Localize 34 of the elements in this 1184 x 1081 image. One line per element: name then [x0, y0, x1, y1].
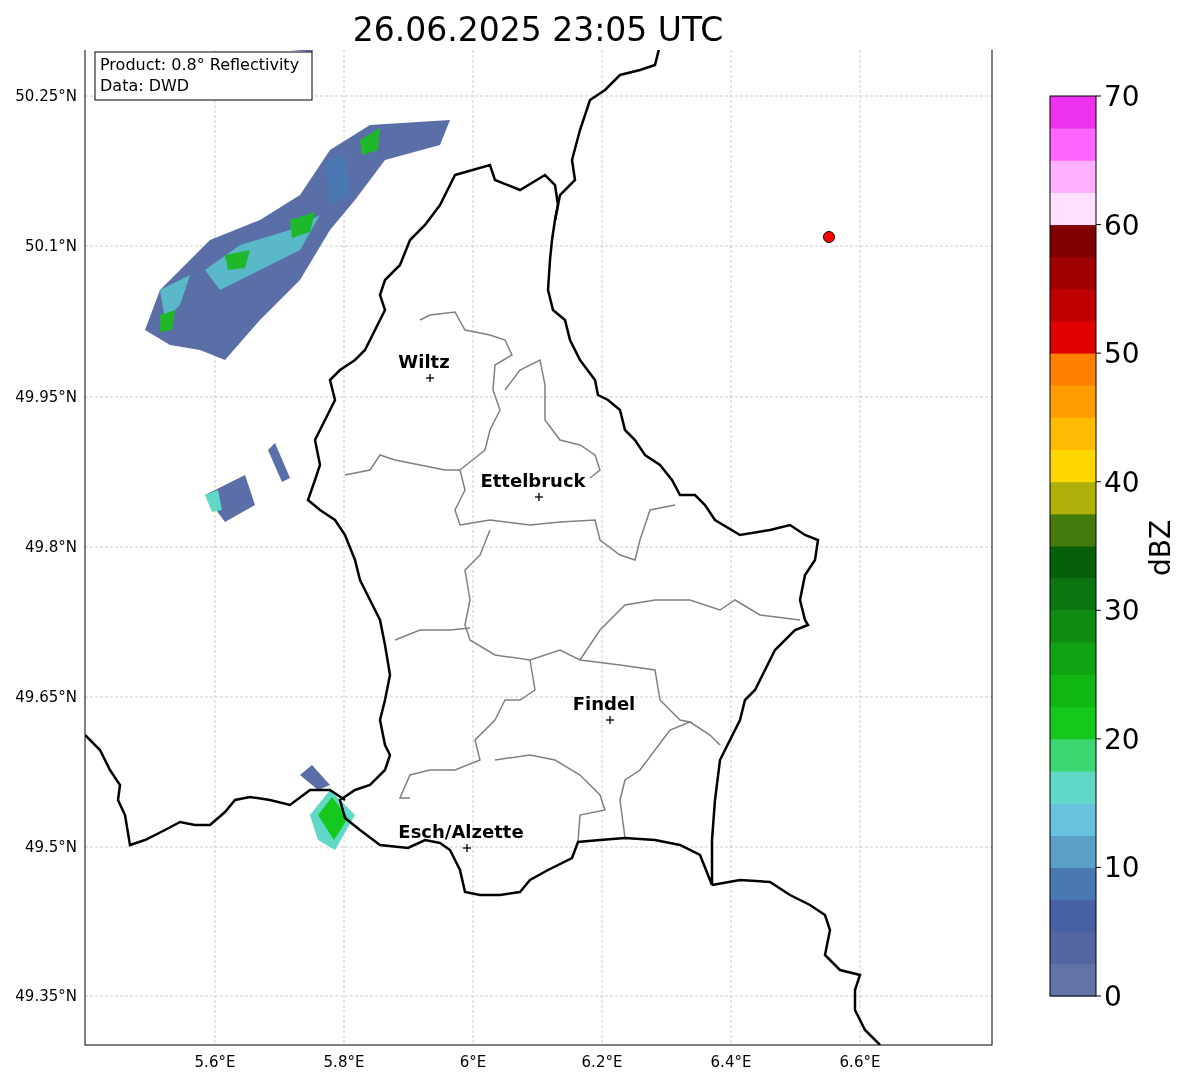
city-label: Ettelbruck: [480, 470, 586, 491]
radar-site-marker: [823, 231, 835, 243]
longitude-tick-label: 6.4°E: [710, 1053, 752, 1071]
longitude-tick-label: 6.6°E: [839, 1053, 881, 1071]
latitude-tick-label: 49.95°N: [15, 388, 77, 406]
latitude-tick-label: 49.65°N: [15, 688, 77, 706]
latitude-tick-label: 50.25°N: [15, 87, 77, 105]
city-label: Findel: [572, 693, 636, 714]
latitude-tick-label: 50.1°N: [24, 237, 77, 255]
colorbar-tick-label: 20: [1104, 722, 1140, 756]
city-marker-icon: [534, 492, 544, 502]
info-text: Product: 0.8° Reflectivity: [100, 55, 300, 74]
colorbar-tick-label: 30: [1104, 594, 1140, 628]
info-text: Data: DWD: [100, 76, 190, 95]
latitude-tick-label: 49.35°N: [15, 987, 77, 1005]
longitude-tick-label: 5.6°E: [194, 1053, 236, 1071]
colorbar-tick-label: 70: [1104, 80, 1140, 113]
colorbar-label: dBZ: [1144, 519, 1177, 577]
longitude-tick-label: 5.8°E: [323, 1053, 365, 1071]
colorbar-tick-label: 60: [1104, 208, 1140, 242]
longitude-tick-label: 6.2°E: [581, 1053, 623, 1071]
latitude-tick-label: 49.8°N: [24, 538, 77, 556]
city-label: Esch/Alzette: [398, 821, 524, 842]
city-marker-icon: [462, 843, 472, 853]
chart-title: 26.06.2025 23:05 UTC: [352, 8, 724, 46]
colorbar-tick-label: 40: [1104, 465, 1140, 499]
longitude-tick-label: 6°E: [459, 1053, 487, 1071]
city-marker-icon: [425, 373, 435, 383]
city-marker-icon: [605, 715, 615, 725]
colorbar-tick-label: 50: [1104, 337, 1140, 371]
colorbar-tick-label: 0: [1104, 980, 1122, 1013]
latitude-tick-label: 49.5°N: [24, 838, 77, 856]
colorbar-tick-label: 10: [1104, 851, 1140, 885]
city-label: Wiltz: [398, 351, 450, 372]
